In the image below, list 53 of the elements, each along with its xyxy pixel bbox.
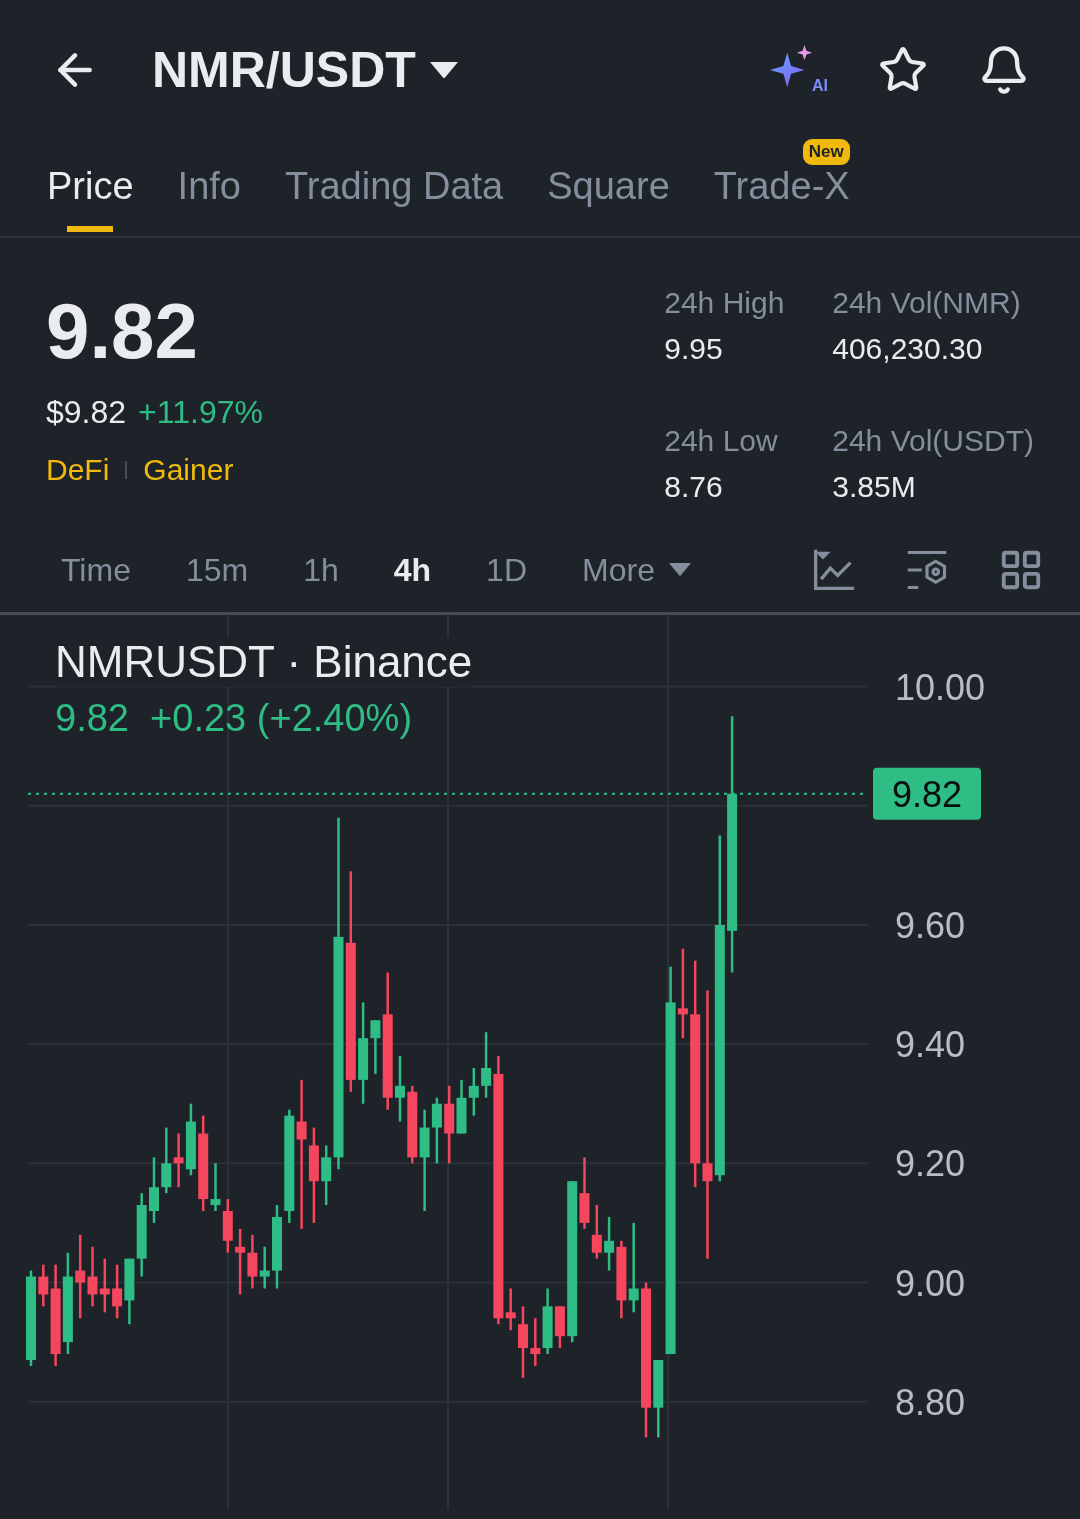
chart-quote: 9.82 +0.23 (+2.40%) bbox=[55, 697, 414, 740]
stat-label: 24h Vol(NMR) bbox=[832, 286, 1022, 320]
candlestick bbox=[112, 1264, 123, 1319]
stat-value: 406,230.30 bbox=[832, 332, 984, 366]
stat-label: 24h Low bbox=[664, 424, 779, 458]
usd-price: $9.82 bbox=[46, 394, 127, 431]
tab[interactable]: Trading Data bbox=[284, 139, 504, 236]
candlestick bbox=[161, 1127, 172, 1194]
candlestick bbox=[149, 1157, 159, 1223]
price-axis-label: 9.20 bbox=[895, 1143, 966, 1185]
price-axis-label: 9.40 bbox=[895, 1024, 966, 1066]
chart-title: NMRUSDT · Binance bbox=[55, 637, 473, 687]
category-tag[interactable]: DeFi bbox=[46, 453, 110, 487]
candlestick bbox=[259, 1246, 270, 1289]
price-axis-label: 8.80 bbox=[895, 1381, 966, 1423]
interval-tab[interactable]: 4h bbox=[393, 551, 432, 589]
interval-tab[interactable]: 1D bbox=[486, 551, 527, 589]
candlestick bbox=[222, 1199, 233, 1253]
last-price: 9.82 bbox=[46, 286, 199, 376]
candlestick bbox=[468, 1067, 479, 1116]
stat-label: 24h Vol(USDT) bbox=[832, 424, 1034, 458]
interval-tab[interactable]: Time bbox=[61, 551, 131, 589]
price-axis-label: 10.00 bbox=[895, 666, 986, 708]
caret-icon bbox=[429, 61, 458, 79]
interval-tab[interactable]: 15m bbox=[185, 551, 249, 589]
candlestick bbox=[99, 1258, 110, 1313]
interval-tab[interactable]: 1h bbox=[303, 551, 339, 589]
last-price-tag: 9.82 bbox=[873, 767, 981, 820]
stat-label: 24h High bbox=[664, 286, 786, 320]
candlestick bbox=[124, 1258, 135, 1325]
category-tag[interactable]: Gainer bbox=[143, 453, 234, 487]
ai-button[interactable]: AI bbox=[770, 45, 828, 95]
price-axis-label: 9.60 bbox=[895, 904, 966, 946]
new-badge: New bbox=[802, 139, 850, 165]
candlestick bbox=[173, 1133, 184, 1188]
tab[interactable]: Info bbox=[177, 139, 241, 236]
stat-value: 3.85M bbox=[832, 470, 917, 504]
candlestick bbox=[518, 1306, 528, 1378]
candlestick bbox=[87, 1246, 98, 1307]
pair-selector[interactable]: NMR/USDT bbox=[152, 41, 458, 99]
candlestick bbox=[395, 1056, 405, 1122]
candlestick bbox=[530, 1318, 541, 1366]
stat-value: 8.76 bbox=[664, 470, 724, 504]
price-change: +11.97% bbox=[138, 394, 263, 431]
stat-value: 9.95 bbox=[664, 332, 724, 366]
candlestick bbox=[235, 1228, 246, 1295]
tab[interactable]: Price bbox=[47, 139, 134, 236]
tab[interactable]: Square bbox=[547, 139, 670, 236]
interval-tab[interactable]: More bbox=[582, 551, 691, 589]
price-axis-label: 9.00 bbox=[895, 1262, 966, 1304]
line-chart-icon[interactable] bbox=[812, 548, 856, 592]
candlestick bbox=[591, 1205, 602, 1259]
candlestick bbox=[247, 1234, 258, 1289]
